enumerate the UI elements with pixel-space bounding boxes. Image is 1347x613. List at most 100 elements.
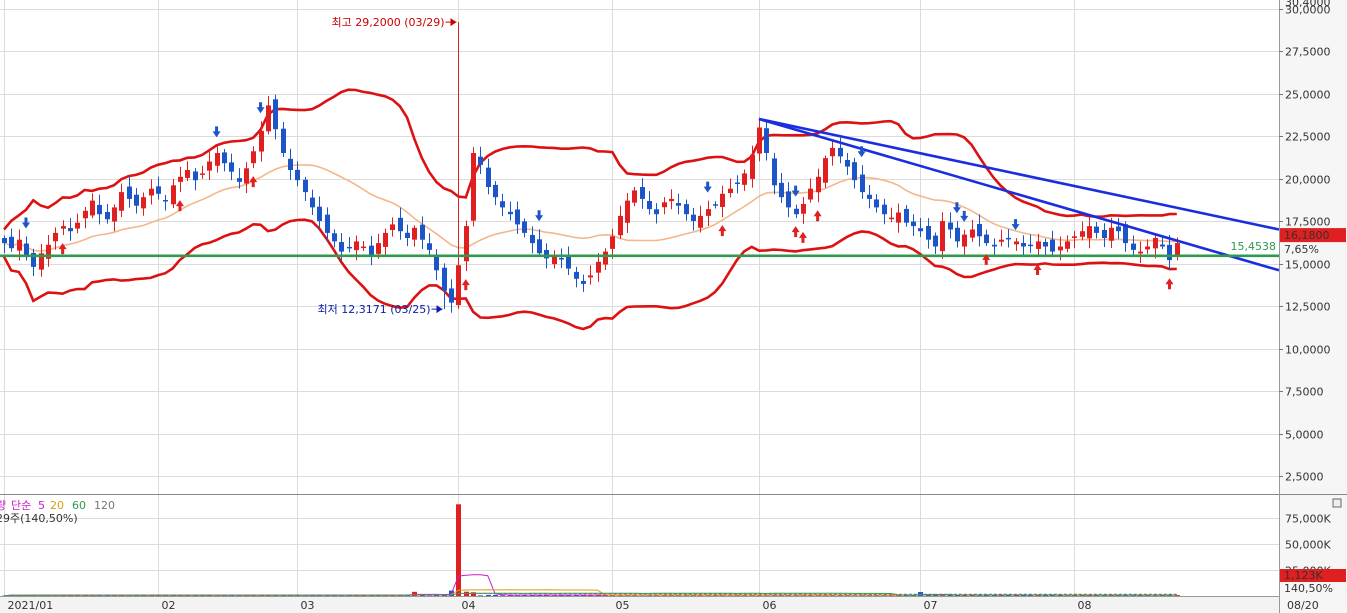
- buy-signal-arrow: [798, 231, 807, 243]
- vol-tick-label: 75,000K: [1285, 513, 1331, 526]
- candle-body: [530, 234, 535, 244]
- candle-body: [119, 192, 124, 211]
- candle-body: [376, 243, 381, 254]
- candle-body: [259, 130, 264, 152]
- candle-body: [1021, 242, 1026, 247]
- y-tick-label: 17,5000: [1285, 216, 1331, 229]
- candle-body: [757, 127, 762, 154]
- candle-body: [178, 176, 183, 182]
- candle-body: [163, 199, 168, 202]
- candle-body: [156, 186, 161, 194]
- candle-body: [281, 128, 286, 153]
- candle-body: [325, 214, 330, 233]
- trendline-upper: [758, 117, 1280, 231]
- candle-body: [508, 211, 513, 215]
- candle-body: [691, 214, 696, 221]
- sell-signal-arrow: [791, 185, 800, 197]
- candle-body: [1094, 226, 1099, 233]
- legend-item: 단순: [11, 499, 31, 512]
- candle-body: [215, 153, 220, 166]
- candle-body: [676, 203, 681, 206]
- candle-body: [970, 229, 975, 238]
- high-low-annotations: 최고 29,2000 (03/29) 최저 12,3171 (03/25): [317, 16, 457, 316]
- candle-body: [442, 267, 447, 291]
- buy-signal-arrow: [461, 279, 470, 291]
- candle-body: [566, 256, 571, 269]
- candle-body: [383, 232, 388, 247]
- candle-body: [17, 239, 22, 251]
- candle-body: [310, 197, 315, 208]
- candle-body: [61, 226, 66, 229]
- candle-body: [867, 194, 872, 199]
- candle-body: [1175, 243, 1180, 256]
- sell-signal-arrow: [256, 102, 265, 114]
- candle-body: [706, 209, 711, 216]
- candle-body: [632, 190, 637, 203]
- vol-tick-label: 50,000K: [1285, 539, 1331, 552]
- buy-signal-arrow: [249, 176, 258, 188]
- candle-body: [874, 199, 879, 208]
- candle-body: [339, 242, 344, 252]
- support-line[interactable]: 15,4538: [0, 240, 1279, 258]
- candle-body: [794, 208, 799, 215]
- sell-signal-arrow: [212, 126, 221, 138]
- candle-body: [1065, 241, 1070, 249]
- candle-body: [588, 275, 593, 278]
- buy-signal-arrow: [813, 210, 822, 222]
- candle-body: [1160, 244, 1165, 247]
- candle-body: [390, 224, 395, 231]
- candle-body: [266, 105, 271, 132]
- candle-body: [332, 233, 337, 242]
- candle-body: [786, 191, 791, 208]
- candle-body: [2, 238, 7, 244]
- sell-signal-arrow: [21, 217, 30, 229]
- x-tick-label: 2021/01: [8, 599, 54, 612]
- trendlines[interactable]: [758, 117, 1280, 272]
- candle-body: [896, 212, 901, 223]
- volume-ma5: [3, 574, 1177, 597]
- x-tick-label: 03: [301, 599, 315, 612]
- candle-body: [1006, 237, 1011, 240]
- candle-body: [295, 169, 300, 181]
- legend-item: 60: [72, 499, 86, 512]
- high-pointer-head: [450, 18, 457, 27]
- x-tick-label: 07: [924, 599, 938, 612]
- y-tick-label: 27,5000: [1285, 46, 1331, 59]
- candle-body: [728, 188, 733, 194]
- candle-body: [244, 168, 249, 184]
- candle-body: [288, 158, 293, 170]
- x-tick-label: 06: [763, 599, 777, 612]
- x-end-label: 08/20: [1287, 599, 1319, 612]
- candle-body: [581, 280, 586, 284]
- candle-body: [823, 158, 828, 183]
- y-tick-label: 22,5000: [1285, 131, 1331, 144]
- buy-signal-arrow: [718, 225, 727, 237]
- candle-body: [933, 235, 938, 247]
- candle-body: [662, 202, 667, 208]
- candle-body: [1138, 251, 1143, 254]
- candle-body: [317, 206, 322, 221]
- last-volume-pct: 140,50%: [1284, 582, 1333, 595]
- candle-body: [200, 173, 205, 175]
- candle-body: [764, 128, 769, 153]
- volume-legend: 량 단순 5 20 60 120 29주(140,50%): [0, 499, 115, 525]
- stock-chart[interactable]: 15,4538 최고 29,2000 (03/29) 최저 12,3171 (03…: [0, 0, 1347, 613]
- candle-body: [90, 200, 95, 216]
- volume-bar: [493, 594, 498, 596]
- candle-body: [992, 244, 997, 247]
- candle-body: [24, 243, 29, 255]
- candle-body: [412, 227, 417, 240]
- x-tick-label: 02: [162, 599, 176, 612]
- y-tick-label: 7,5000: [1285, 386, 1324, 399]
- candle-body: [237, 178, 242, 182]
- candle-body: [229, 162, 234, 172]
- legend-item: 20: [50, 499, 64, 512]
- y-tick-label: 2,5000: [1285, 471, 1324, 484]
- legend-item: 5: [38, 499, 45, 512]
- candle-body: [427, 243, 432, 250]
- candle-body: [904, 208, 909, 223]
- candle-body: [603, 251, 608, 265]
- candle-body: [493, 184, 498, 198]
- pane-close-icon: [1332, 498, 1342, 508]
- candle-body: [478, 156, 483, 165]
